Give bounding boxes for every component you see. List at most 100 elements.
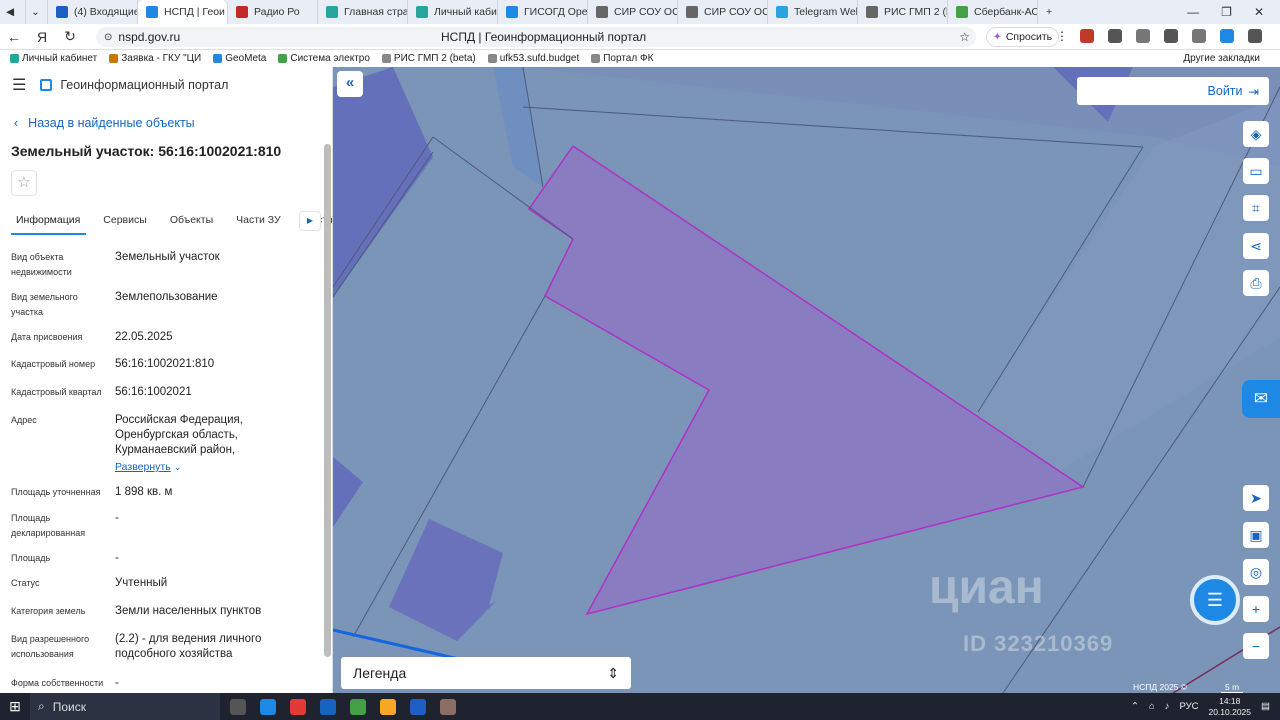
back-arrow-icon[interactable]: ← xyxy=(0,29,28,45)
downloads-icon[interactable] xyxy=(1248,29,1262,43)
explorer-icon[interactable] xyxy=(380,698,396,715)
locate-icon[interactable]: ◎ xyxy=(1243,559,1269,585)
tab-label: ГИСОГД Орен xyxy=(524,6,588,18)
page-title: НСПД | Геоинформационный портал xyxy=(441,30,647,44)
panel-scrollbar[interactable] xyxy=(324,144,331,657)
windows-start-icon[interactable]: ⊞ xyxy=(0,698,30,715)
close-icon[interactable]: ✕ xyxy=(1254,5,1264,19)
select-area-icon[interactable]: ⌗ xyxy=(1243,195,1269,221)
layers-icon[interactable]: ◈ xyxy=(1243,121,1269,147)
new-tab-button[interactable]: + xyxy=(1038,0,1060,24)
extension-icon[interactable] xyxy=(1080,29,1094,43)
tabs-scroll-right-icon[interactable]: ▶ xyxy=(299,211,321,231)
other-bookmarks[interactable]: Другие закладки xyxy=(1183,53,1260,64)
extension-icon[interactable] xyxy=(1192,29,1206,43)
navigate-icon[interactable]: ➤ xyxy=(1243,485,1269,511)
portal-logo[interactable]: Геоинформационный портал xyxy=(40,78,228,92)
browser-tab[interactable]: Главная стран xyxy=(318,0,408,24)
extension-icon[interactable] xyxy=(1108,29,1122,43)
network-icon[interactable]: ⌂ xyxy=(1149,701,1155,712)
field-value: Российская Федерация, Оренбургская облас… xyxy=(115,414,243,473)
ask-label: Спросить xyxy=(1005,31,1053,43)
print-icon[interactable]: ⎙ xyxy=(1243,270,1269,296)
bookmark-label: Личный кабинет xyxy=(22,53,98,64)
reload-icon[interactable]: ↻ xyxy=(56,28,84,45)
zoom-in-icon[interactable]: + xyxy=(1243,596,1269,622)
menu-icon[interactable]: ☰ xyxy=(12,75,26,95)
notifications-icon[interactable]: ▤ xyxy=(1261,701,1270,712)
browser-tab[interactable]: Сбербанк-АСТ xyxy=(948,0,1038,24)
extension-icon[interactable] xyxy=(1220,29,1234,43)
chevron-down-icon[interactable]: ⌄ xyxy=(174,462,182,472)
app-icon[interactable] xyxy=(440,698,456,715)
menu-dots-icon[interactable]: ⋮ xyxy=(1056,29,1068,43)
feedback-icon[interactable]: ✉ xyxy=(1242,380,1280,418)
minimize-icon[interactable]: — xyxy=(1187,5,1199,19)
panel-header: ☰ Геоинформационный портал xyxy=(0,67,332,103)
url-field[interactable]: ⊙ nspd.gov.ru НСПД | Геоинформационный п… xyxy=(96,27,976,47)
browser-tab[interactable]: СИР СОУ ОО ( xyxy=(588,0,678,24)
bookmark-star-icon[interactable]: ☆ xyxy=(959,30,970,44)
word-icon[interactable] xyxy=(410,698,426,715)
task-view-icon[interactable] xyxy=(230,698,246,715)
login-button[interactable]: Войти ⇥ xyxy=(1077,77,1269,105)
browser-tab[interactable]: РИС ГМП 2 (be xyxy=(858,0,948,24)
browser-tab[interactable]: (4) Входящие - xyxy=(48,0,138,24)
chrome-icon[interactable] xyxy=(350,698,366,715)
back-link[interactable]: ‹ Назад в найденные объекты xyxy=(14,116,195,130)
legend-dropdown[interactable]: Легенда ⇕ xyxy=(341,657,631,689)
site-info-icon[interactable]: ⊙ xyxy=(104,32,112,43)
expand-arrows-icon: ⇕ xyxy=(607,664,619,681)
tab-label: Главная стран xyxy=(344,6,408,18)
panel-tab[interactable]: Сервисы xyxy=(98,211,153,235)
browser-tab[interactable]: Telegram Web xyxy=(768,0,858,24)
map-view[interactable]: « Войти ⇥ ◈ ▭ ⌗ ⋖ ⎙ ✉ ➤ ▣ ◎ + − ☰ циан I… xyxy=(333,67,1280,693)
field-label: Категория земель xyxy=(11,606,86,616)
language-indicator[interactable]: РУС xyxy=(1179,701,1198,712)
tab-audio-icon[interactable]: ◀ xyxy=(0,0,26,24)
yandex-browser-icon[interactable] xyxy=(290,698,306,715)
tab-list-icon[interactable]: ⌄ xyxy=(26,0,48,24)
volume-icon[interactable]: ♪ xyxy=(1165,701,1170,712)
bookmark-label: Заявка - ГКУ "ЦИ xyxy=(121,53,202,64)
collapse-panel-icon[interactable]: « xyxy=(337,71,363,97)
panel-tab[interactable]: Объекты xyxy=(165,211,219,235)
bookmark-icon xyxy=(381,54,391,63)
bookmark-item[interactable]: GeoMeta xyxy=(213,53,266,64)
browser-tab[interactable]: Радио Ро xyxy=(228,0,318,24)
tray-up-icon[interactable]: ⌃ xyxy=(1131,701,1139,712)
clock[interactable]: 14:18 20.10.2025 xyxy=(1208,696,1251,718)
bookmark-item[interactable]: ufk53.sufd.budget xyxy=(487,53,579,64)
field-label: Площадь xyxy=(11,553,51,563)
minimap-icon[interactable]: ▣ xyxy=(1243,522,1269,548)
window-controls: — ❐ ✕ xyxy=(1187,0,1280,24)
zoom-out-icon[interactable]: − xyxy=(1243,633,1269,659)
favorite-star-icon[interactable]: ☆ xyxy=(11,170,37,196)
browser-tab[interactable]: НСПД | Геои✕ xyxy=(138,0,228,24)
bookmark-item[interactable]: Портал ФК xyxy=(591,53,653,64)
browser-tab[interactable]: Личный кабин xyxy=(408,0,498,24)
bookmark-item[interactable]: Личный кабинет xyxy=(10,53,97,64)
bookmark-item[interactable]: РИС ГМП 2 (beta) xyxy=(381,53,476,64)
extension-icon[interactable] xyxy=(1164,29,1178,43)
yandex-icon[interactable]: Я xyxy=(28,29,56,45)
ruler-icon[interactable]: ▭ xyxy=(1243,158,1269,184)
chat-icon[interactable]: ☰ xyxy=(1190,575,1240,625)
expand-link[interactable]: Развернуть xyxy=(115,461,171,473)
browser-tab[interactable]: СИР СОУ ОО ( xyxy=(678,0,768,24)
map-area xyxy=(493,67,543,187)
extension-icon[interactable] xyxy=(1136,29,1150,43)
ask-button[interactable]: ✦ Спросить xyxy=(986,27,1060,47)
bookmark-item[interactable]: Система электро xyxy=(278,53,370,64)
panel-tab[interactable]: Части ЗУ xyxy=(231,211,287,235)
bookmark-item[interactable]: Заявка - ГКУ "ЦИ xyxy=(109,53,201,64)
maximize-icon[interactable]: ❐ xyxy=(1221,5,1232,19)
edge-icon[interactable] xyxy=(260,698,276,715)
outlook-icon[interactable] xyxy=(320,698,336,715)
tab-favicon xyxy=(416,6,428,18)
panel-tab[interactable]: Информация xyxy=(11,211,87,235)
share-icon[interactable]: ⋖ xyxy=(1243,233,1269,259)
map-canvas[interactable] xyxy=(333,67,1280,693)
browser-tab[interactable]: ГИСОГД Орен xyxy=(498,0,588,24)
taskbar-search[interactable]: ⌕ Поиск xyxy=(30,693,220,720)
